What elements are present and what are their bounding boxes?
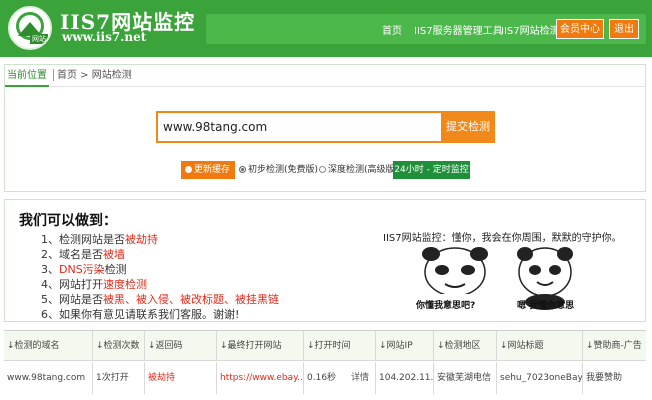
member-center-button[interactable]: 会员中心 <box>556 19 604 39</box>
features-panel: 我们可以做到： 1、检测网站是否被劫持 2、域名是否被墙 3、DNS污染检测 4… <box>4 199 646 322</box>
breadcrumb-path[interactable]: 首页 > 网站检测 <box>57 70 132 81</box>
radio-checked-icon <box>239 166 246 173</box>
nav-site-check[interactable]: IIS7网站检测 <box>501 22 560 37</box>
site-header: 网站 IIS7网站监控 www.iis7.net 首页 IIS7服务器管理工具 … <box>0 0 652 57</box>
basic-check-option[interactable]: 初步检测(免费版) <box>239 161 318 179</box>
col-region-header[interactable]: ↓检测地区 <box>433 331 496 361</box>
refresh-cache-label: 更新缓存 <box>194 165 231 175</box>
nav-home[interactable]: 首页 <box>382 22 402 37</box>
check-panel: 当前位置 首页 > 网站检测 提交检测 更新缓存 初步检测(免费版) 深度检测(… <box>4 64 646 192</box>
main-nav: 首页 IIS7服务器管理工具 IIS7网站检测 会员中心 退出 <box>206 14 646 44</box>
open-time-value: 0.16秒 <box>307 373 337 383</box>
cell-domain: www.98tang.com <box>7 373 86 383</box>
meme-right-caption: 嗯 我懂你意思 <box>517 301 575 311</box>
results-table: ↓检测的域名 ↓检测次数 ↓返回码 ↓最终打开网站 ↓打开时间 ↓网站IP ↓检… <box>4 330 646 400</box>
features-list: 1、检测网站是否被劫持 2、域名是否被墙 3、DNS污染检测 4、网站打开速度检… <box>41 232 279 322</box>
refresh-cache-option[interactable]: 更新缓存 <box>181 161 235 179</box>
logout-button[interactable]: 退出 <box>609 19 639 39</box>
meme-left-caption: 你懂我意思吧? <box>416 301 476 311</box>
detail-link[interactable]: 详情 <box>351 362 369 394</box>
nav-server-tool[interactable]: IIS7服务器管理工具 <box>414 22 503 37</box>
monitor-caption: IIS7网站监控：懂你，我会在你周围，默默的守护你。 <box>383 233 622 244</box>
radio-icon <box>319 166 326 173</box>
cell-count: 1次打开 <box>92 362 144 394</box>
col-domain-header[interactable]: ↓检测的域名 <box>4 331 92 361</box>
list-item: 6、如果你有意见请联系我们客服。谢谢! <box>41 308 240 321</box>
breadcrumb: 当前位置 首页 > 网站检测 <box>5 65 645 87</box>
cell-code[interactable]: 被劫持 <box>144 362 216 394</box>
col-open-time-header[interactable]: ↓打开时间 <box>303 331 375 361</box>
submit-check-button[interactable]: 提交检测 <box>441 111 495 143</box>
col-code-header[interactable]: ↓返回码 <box>144 331 216 361</box>
list-item: 1、检测网站是否被劫持 <box>41 233 158 246</box>
site-url: www.iis7.net <box>62 30 147 44</box>
cell-region: 安徽芜湖电信 <box>433 362 496 394</box>
list-item: 2、域名是否被墙 <box>41 248 125 261</box>
list-item: 5、网站是否被黑、被入侵、被改标题、被挂黑链 <box>41 293 279 306</box>
cell-open-time: 0.16秒 详情 <box>303 362 375 394</box>
col-sponsor-header[interactable]: ↓赞助商-广告 <box>582 331 646 361</box>
domain-input[interactable] <box>156 111 442 143</box>
list-item: 4、网站打开速度检测 <box>41 278 147 291</box>
col-ip-header[interactable]: ↓网站IP <box>375 331 433 361</box>
col-title-header[interactable]: ↓网站标题 <box>496 331 582 361</box>
list-item: 3、DNS污染检测 <box>41 263 127 276</box>
divider <box>53 69 54 81</box>
deep-check-label: 深度检测(高级版) <box>328 165 399 175</box>
cell-final-url[interactable]: https://www.ebay.... <box>216 362 303 394</box>
cell-title: sehu_7023oneBay <box>496 362 582 394</box>
monitor-24h-button[interactable]: 24小时 - 定时监控 <box>393 161 470 179</box>
cell-ip: 104.202.11... <box>375 362 433 394</box>
table-row: www.98tang.com 1次打开 被劫持 https://www.ebay… <box>4 362 646 394</box>
basic-check-label: 初步检测(免费版) <box>248 165 319 175</box>
cell-sponsor[interactable]: 我要赞助 <box>582 362 646 394</box>
col-count-header[interactable]: ↓检测次数 <box>92 331 144 361</box>
logo-tag: 网站 <box>30 34 48 44</box>
features-title: 我们可以做到： <box>19 213 117 229</box>
deep-check-option[interactable]: 深度检测(高级版) <box>319 161 398 179</box>
breadcrumb-current-label: 当前位置 <box>5 65 49 87</box>
col-final-url-header[interactable]: ↓最终打开网站 <box>216 331 303 361</box>
table-header: ↓检测的域名 ↓检测次数 ↓返回码 ↓最终打开网站 ↓打开时间 ↓网站IP ↓检… <box>4 331 646 361</box>
radio-icon <box>185 166 192 173</box>
site-logo-icon[interactable]: 网站 <box>8 6 52 50</box>
